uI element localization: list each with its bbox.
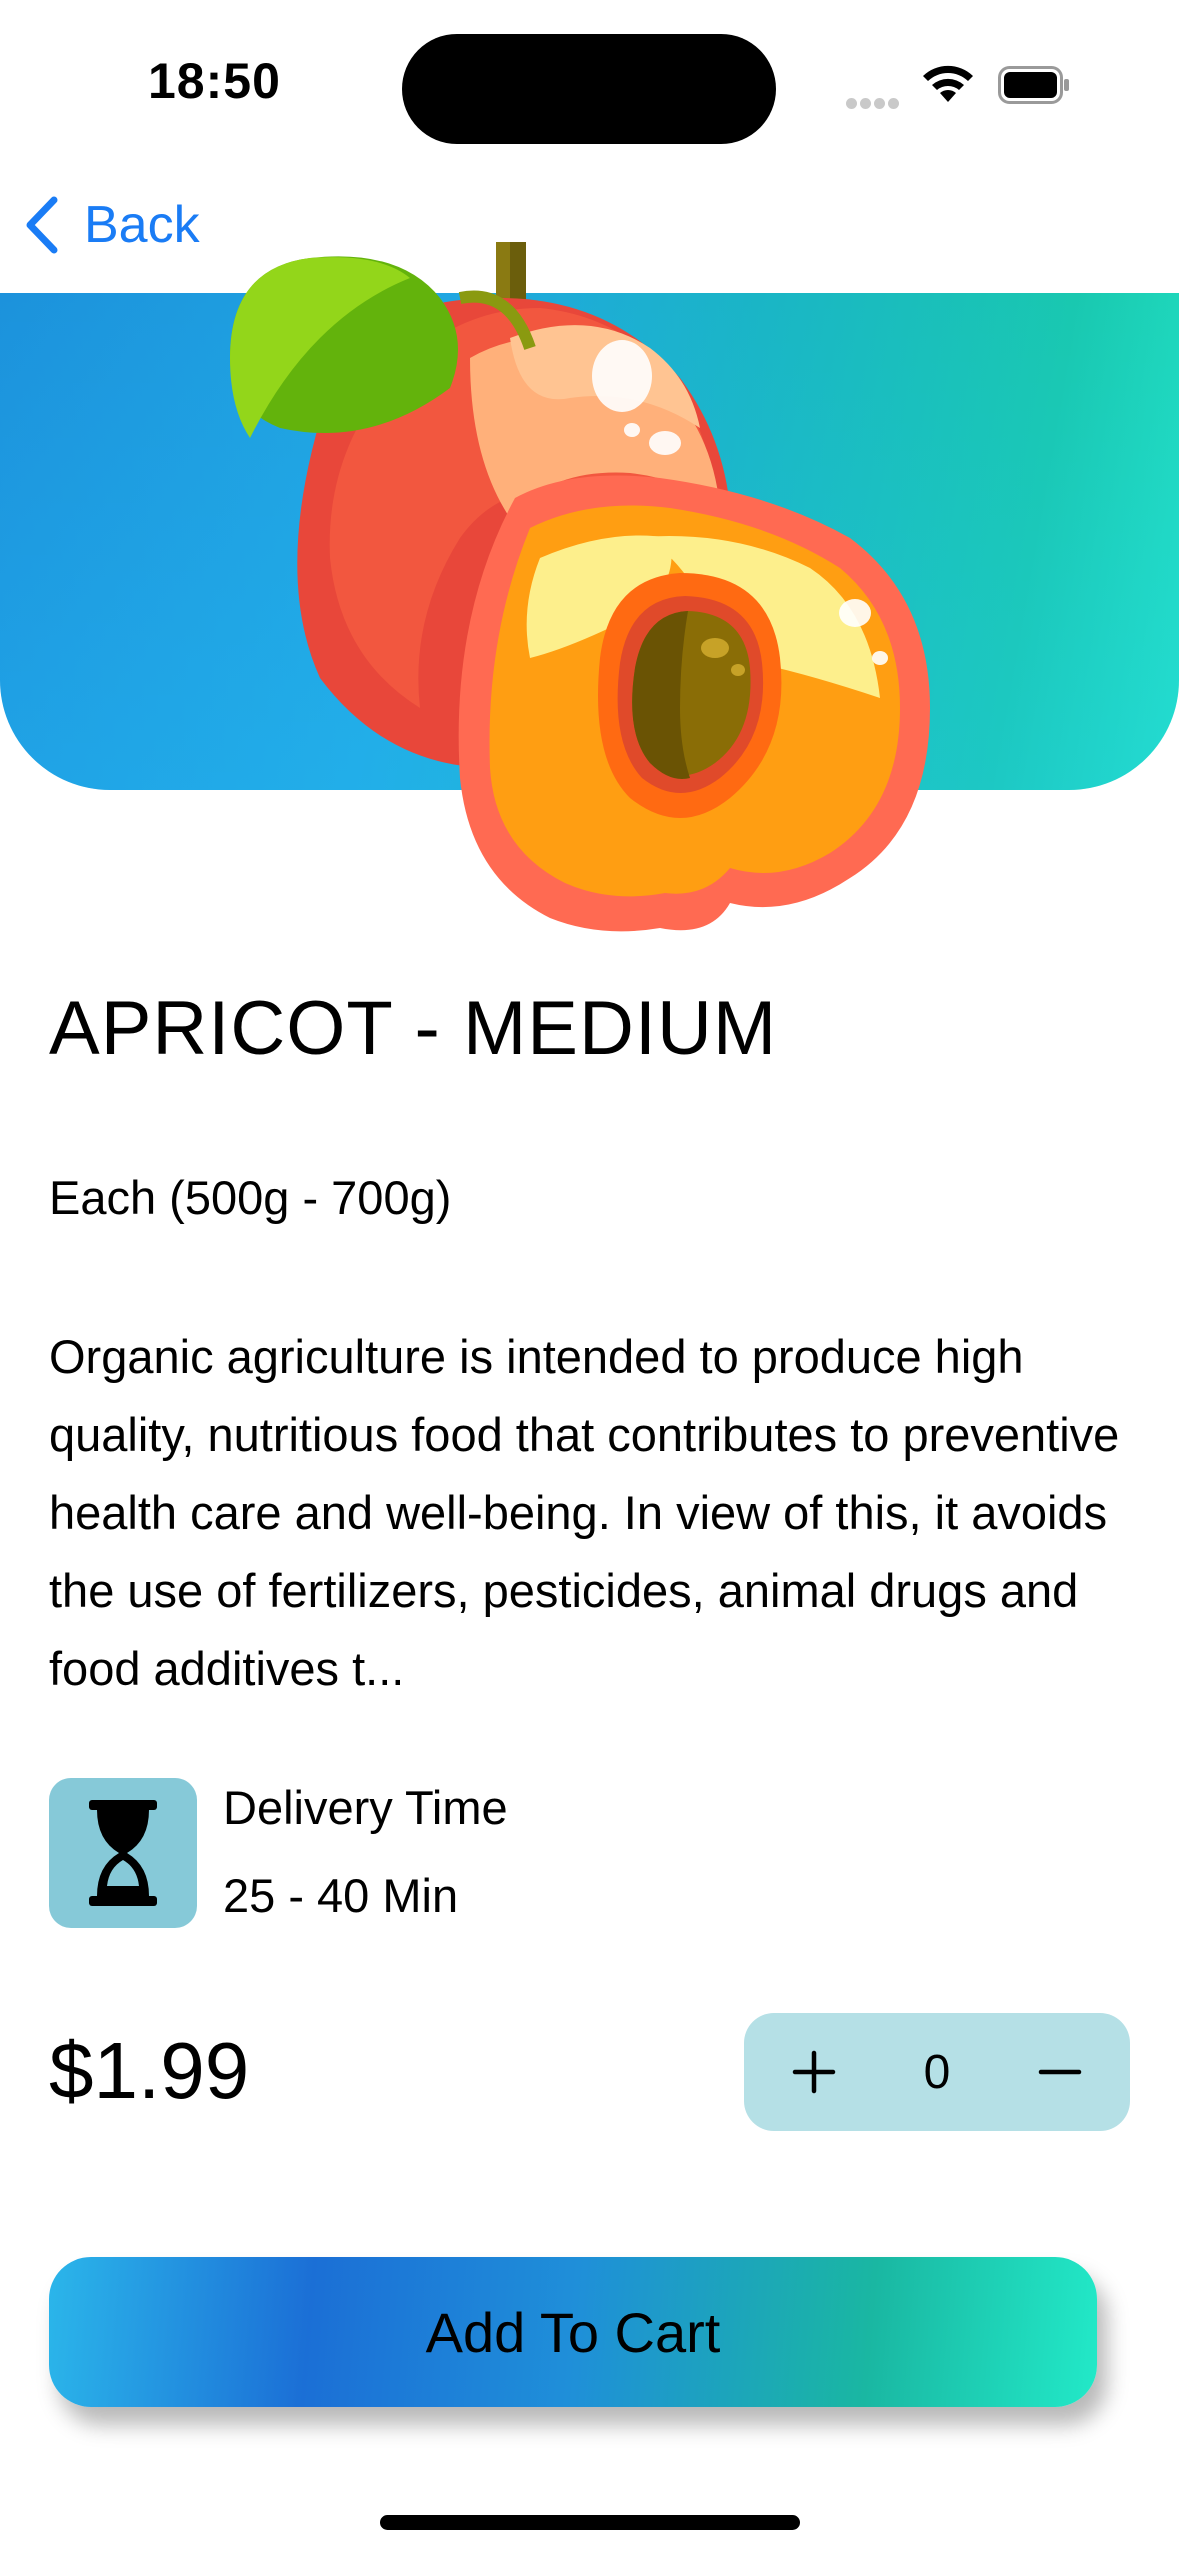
hourglass-icon — [89, 1800, 157, 1906]
increment-button[interactable] — [784, 2042, 844, 2102]
plus-icon — [792, 2050, 836, 2094]
home-indicator[interactable] — [380, 2515, 800, 2530]
product-description: Organic agriculture is intended to produ… — [49, 1330, 1120, 1695]
dynamic-island — [402, 34, 776, 144]
cellular-signal-icon — [846, 96, 902, 114]
delivery-icon-tile — [49, 1778, 197, 1928]
back-button[interactable]: Back — [24, 190, 200, 260]
quantity-stepper: 0 — [744, 2013, 1130, 2131]
wifi-icon — [923, 65, 973, 102]
minus-icon — [1038, 2069, 1082, 2075]
delivery-time-value: 25 - 40 Min — [223, 1869, 459, 1922]
battery-icon — [998, 66, 1069, 104]
add-to-cart-label: Add To Cart — [425, 2300, 721, 2364]
product-title: APRICOT - MEDIUM — [49, 986, 778, 1071]
add-to-cart-button[interactable]: Add To Cart — [49, 2257, 1097, 2407]
delivery-time-label: Delivery Time — [223, 1781, 508, 1834]
back-label: Back — [84, 196, 200, 254]
product-price: $1.99 — [49, 2026, 250, 2115]
chevron-left-icon — [26, 196, 58, 254]
decrement-button[interactable] — [1030, 2042, 1090, 2102]
quantity-value: 0 — [923, 2045, 951, 2099]
apricot-illustration — [230, 242, 930, 932]
status-time: 18:50 — [148, 53, 281, 109]
product-unit: Each (500g - 700g) — [49, 1171, 452, 1224]
